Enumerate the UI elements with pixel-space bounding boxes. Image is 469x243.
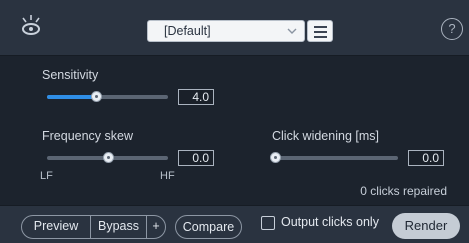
- sensitivity-slider-fill: [47, 95, 96, 99]
- render-button[interactable]: Render: [392, 213, 460, 239]
- header-bar: [Default] ?: [0, 0, 469, 56]
- frequency-skew-value-field[interactable]: 0.0: [178, 150, 214, 166]
- spark-bulb-icon[interactable]: [20, 14, 42, 38]
- bypass-add-button[interactable]: +: [147, 216, 165, 238]
- bypass-button[interactable]: Bypass: [91, 216, 147, 238]
- frequency-skew-label: Frequency skew: [42, 129, 134, 143]
- sensitivity-value-field[interactable]: 4.0: [178, 89, 214, 105]
- click-widening-slider-track[interactable]: [275, 156, 398, 160]
- compare-button[interactable]: Compare: [175, 215, 242, 239]
- help-icon[interactable]: ?: [441, 18, 463, 40]
- chevron-down-icon: [287, 28, 297, 34]
- preset-dropdown[interactable]: [Default]: [147, 20, 305, 42]
- preview-bypass-group: Preview Bypass +: [21, 215, 166, 239]
- frequency-skew-slider-thumb[interactable]: [103, 152, 114, 163]
- lf-label: LF: [40, 170, 53, 182]
- output-clicks-only-checkbox[interactable]: [261, 216, 275, 230]
- click-widening-value-field[interactable]: 0.0: [408, 150, 444, 166]
- preset-value: [Default]: [164, 24, 211, 38]
- hamburger-menu-icon[interactable]: [307, 20, 333, 42]
- hf-label: HF: [160, 170, 175, 182]
- declick-plugin-window: [Default] ? Sensitivity 4.0 Frequency sk…: [0, 0, 469, 243]
- sensitivity-label: Sensitivity: [42, 68, 99, 82]
- clicks-repaired-status: 0 clicks repaired: [360, 184, 447, 198]
- click-widening-slider-thumb[interactable]: [270, 152, 281, 163]
- click-widening-label: Click widening [ms]: [272, 129, 379, 143]
- preview-button[interactable]: Preview: [22, 216, 91, 238]
- sensitivity-slider-thumb[interactable]: [91, 91, 102, 102]
- output-clicks-only-label[interactable]: Output clicks only: [281, 215, 379, 229]
